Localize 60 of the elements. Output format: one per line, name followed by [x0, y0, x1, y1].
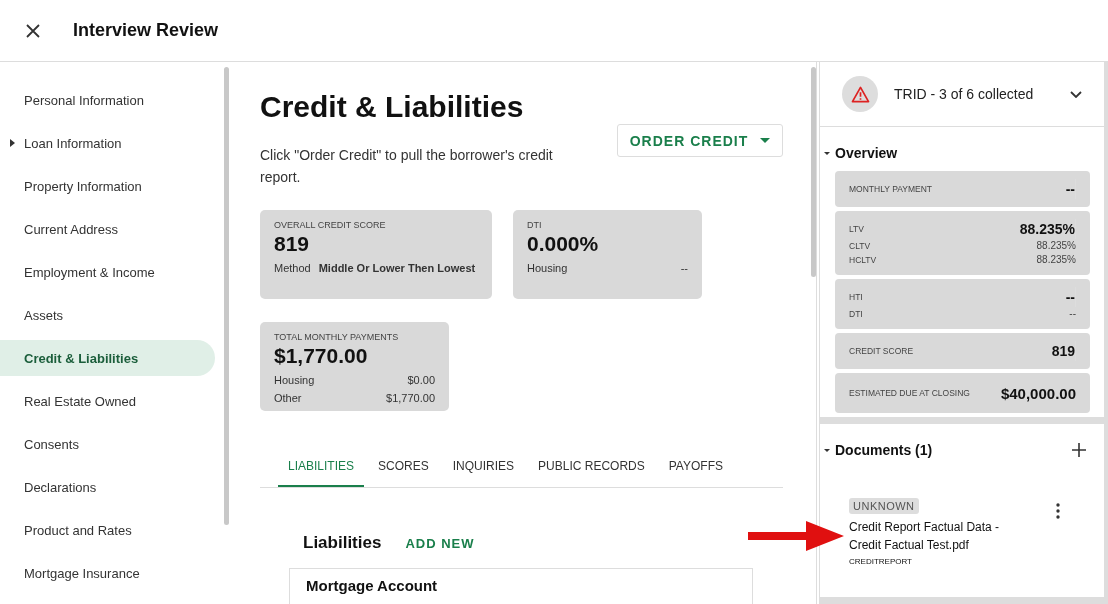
hint-text: Click "Order Credit" to pull the borrower's credit report. — [260, 146, 554, 187]
metric-value: $40,000.00 — [1000, 384, 1076, 402]
sidebar-item[interactable]: Consents — [0, 426, 215, 462]
card-value: 819 — [274, 232, 311, 256]
sidebar-item[interactable]: Current Address — [0, 211, 215, 247]
card-label: DTI — [527, 220, 543, 230]
section-title: Liabilities — [303, 533, 382, 553]
tab[interactable]: LIABILITIES — [278, 459, 365, 487]
metric-value: 88.235% — [1019, 221, 1075, 237]
sidebar-item[interactable]: Mortgage Insurance — [0, 555, 215, 591]
metric-value: -- — [1065, 289, 1075, 305]
tab[interactable]: SCORES — [368, 459, 439, 487]
metric-label: CREDIT SCORE — [849, 346, 914, 356]
metric-value: 819 — [1051, 343, 1075, 359]
order-credit-button[interactable]: ORDER CREDIT — [617, 124, 783, 157]
metric-label: HTI — [849, 292, 863, 302]
metric-value: 88.235% — [1036, 253, 1076, 267]
sidebar-item[interactable]: Loan Information — [0, 125, 215, 161]
sidebar-item[interactable]: Property Information — [0, 168, 215, 204]
sidebar-item[interactable]: Declarations — [0, 469, 215, 505]
metric-label: MONTHLY PAYMENT — [849, 184, 932, 194]
sidebar-item[interactable]: Employment & Income — [0, 254, 215, 290]
row-value: Middle Or Lower Then Lowest — [318, 261, 476, 276]
add-new-button[interactable]: ADD NEW — [405, 535, 475, 551]
tab[interactable]: PUBLIC RECORDS — [528, 459, 655, 487]
document-name[interactable]: Credit Report Factual Data - Credit Factual Test.pdf — [849, 518, 1024, 554]
row-label: Other — [274, 391, 302, 406]
metric-value: -- — [1065, 181, 1075, 197]
metric-value: 88.235% — [1036, 239, 1076, 253]
row-value: -- — [680, 261, 688, 276]
sidebar-item[interactable]: Assets — [0, 297, 215, 333]
sidebar-item[interactable]: Personal Information — [0, 82, 215, 118]
metric-label: HCLTV — [849, 254, 877, 267]
metric-label: LTV — [849, 224, 864, 234]
row-label: Method — [274, 261, 311, 276]
metric-label: CLTV — [849, 240, 871, 253]
card-value: $1,770.00 — [274, 344, 369, 368]
card-label: TOTAL MONTHLY PAYMENTS — [274, 332, 400, 342]
row-value: $1,770.00 — [386, 391, 435, 406]
tab[interactable]: PAYOFFS — [658, 459, 733, 487]
metric-label: ESTIMATED DUE AT CLOSING — [849, 388, 970, 398]
section-title: Documents (1) — [835, 442, 933, 458]
status-badge: UNKNOWN — [849, 498, 919, 514]
card-label: OVERALL CREDIT SCORE — [274, 220, 387, 230]
section-title: Overview — [835, 145, 898, 161]
row-value: $0.00 — [407, 373, 435, 388]
window-title: Interview Review — [73, 20, 219, 41]
status-text: TRID - 3 of 6 collected — [894, 86, 1034, 102]
sidebar-item[interactable]: Real Estate Owned — [0, 383, 215, 419]
card-value: 0.000% — [527, 232, 600, 256]
page-title: Credit & Liabilities — [260, 90, 525, 124]
card-title: Mortgage Account — [306, 577, 438, 594]
row-label: Housing — [274, 373, 315, 388]
tab[interactable]: INQUIRIES — [442, 459, 525, 487]
metric-value: -- — [1069, 307, 1076, 321]
sidebar-item[interactable]: Product and Rates — [0, 512, 215, 548]
sidebar-item[interactable]: Credit & Liabilities — [0, 340, 215, 376]
metric-label: DTI — [849, 308, 863, 321]
row-label: Housing — [527, 261, 568, 276]
document-type: CREDITREPORT — [849, 557, 912, 566]
